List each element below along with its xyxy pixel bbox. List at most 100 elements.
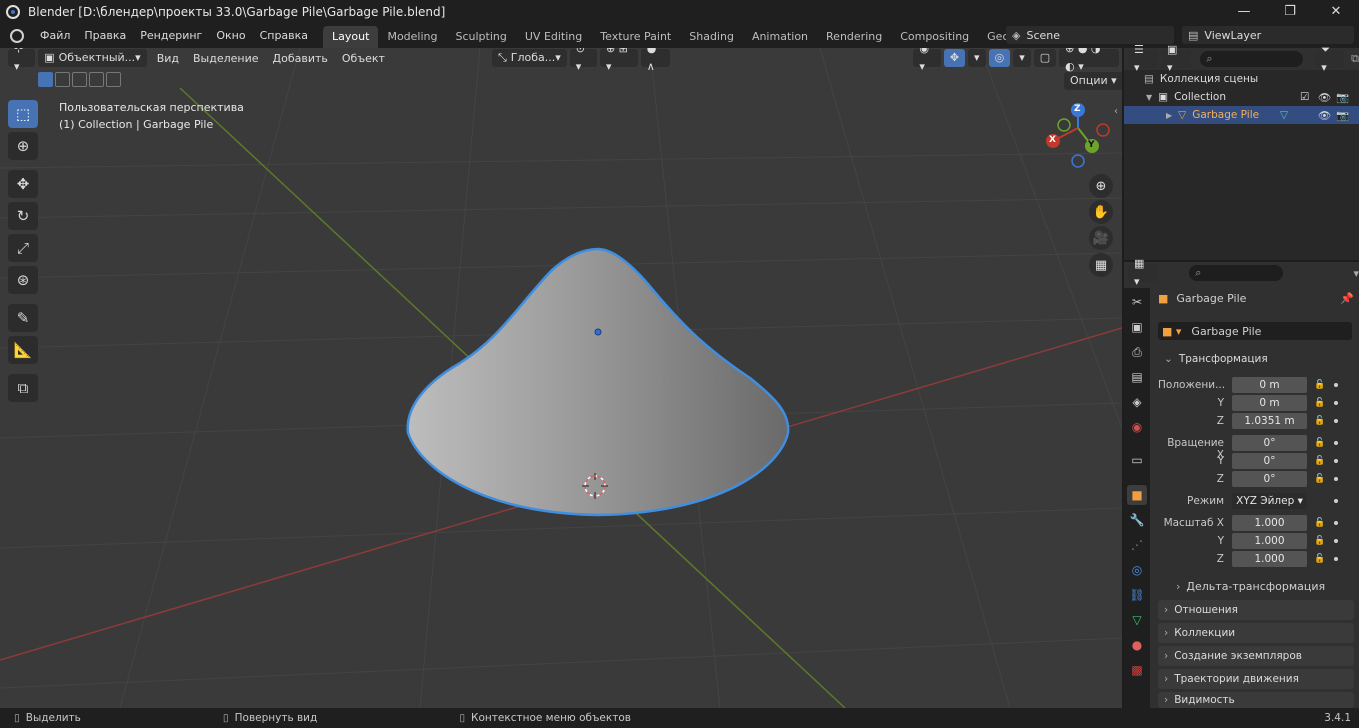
object-tab-icon[interactable]: ■ bbox=[1127, 485, 1147, 505]
mode-selector[interactable]: ▣ Объектный... ▾ bbox=[38, 49, 147, 67]
outliner-scene-collection[interactable]: ▤ Коллекция сцены bbox=[1124, 70, 1359, 88]
sidebar-toggle-icon[interactable]: ‹ bbox=[1114, 106, 1118, 117]
camera-view-icon[interactable]: 🎥 bbox=[1089, 226, 1113, 250]
ortho-grid-icon[interactable]: ▦ bbox=[1089, 253, 1113, 277]
collection-tab-icon[interactable]: ▭ bbox=[1127, 450, 1147, 470]
shading-modes[interactable]: ⊕ ● ◑ ◐ ▾ bbox=[1059, 48, 1119, 73]
expand-arrow-icon[interactable]: ▶ bbox=[1166, 111, 1172, 120]
expand-arrow-icon[interactable]: ▼ bbox=[1146, 93, 1152, 102]
transform-tool-icon[interactable]: ⊛ bbox=[8, 266, 38, 294]
keyframe-dot-icon[interactable] bbox=[1334, 557, 1338, 561]
close-button[interactable]: ✕ bbox=[1313, 0, 1359, 23]
lock-icon[interactable]: 🔓 bbox=[1314, 536, 1325, 546]
object-datablock-field[interactable]: ■ ▾ Garbage Pile bbox=[1158, 322, 1352, 340]
visibility-button[interactable]: ◉ ▾ bbox=[913, 48, 941, 73]
add-cube-tool-icon[interactable]: ⧉ bbox=[8, 374, 38, 402]
proportional-edit-button[interactable]: ● ∧ bbox=[640, 48, 671, 73]
keyframe-dot-icon[interactable] bbox=[1334, 521, 1338, 525]
options-button[interactable]: Опции ▾ bbox=[1064, 72, 1122, 90]
garbage-pile-mesh[interactable] bbox=[406, 247, 790, 517]
tab-shading[interactable]: Shading bbox=[680, 26, 743, 48]
properties-options-icon[interactable]: ▾ bbox=[1353, 267, 1359, 280]
particles-tab-icon[interactable]: ⋰ bbox=[1127, 535, 1147, 555]
scale-z-field[interactable]: 1.000 bbox=[1232, 551, 1307, 567]
location-x-field[interactable]: 0 m bbox=[1232, 377, 1307, 393]
transform-orientation[interactable]: ⤡ Глоба... ▾ bbox=[491, 49, 567, 67]
menu-file[interactable]: Файл bbox=[33, 23, 77, 48]
world-tab-icon[interactable]: ◉ bbox=[1127, 417, 1147, 437]
lock-icon[interactable]: 🔓 bbox=[1314, 398, 1325, 408]
filter-button[interactable]: ⏷ ▾ bbox=[1315, 43, 1345, 74]
outliner-object-row[interactable]: ▶ ▽ Garbage Pile ▽ 👁 📷 bbox=[1124, 106, 1359, 124]
rotate-tool-icon[interactable]: ↻ bbox=[8, 202, 38, 230]
keyframe-dot-icon[interactable] bbox=[1334, 459, 1338, 463]
camera-icon[interactable]: 📷 bbox=[1336, 91, 1349, 104]
menu-add[interactable]: Добавить bbox=[266, 52, 335, 65]
tab-modeling[interactable]: Modeling bbox=[378, 26, 446, 48]
rotation-z-field[interactable]: 0° bbox=[1232, 471, 1307, 487]
scale-y-field[interactable]: 1.000 bbox=[1232, 533, 1307, 549]
keyframe-dot-icon[interactable] bbox=[1334, 441, 1338, 445]
pin-icon[interactable]: 📌 bbox=[1340, 292, 1354, 305]
xray-button[interactable]: ▢ bbox=[1033, 49, 1057, 67]
keyframe-dot-icon[interactable] bbox=[1334, 419, 1338, 423]
scale-x-field[interactable]: 1.000 bbox=[1232, 515, 1307, 531]
zoom-icon[interactable]: ⊕ bbox=[1089, 174, 1113, 198]
tab-uv-editing[interactable]: UV Editing bbox=[516, 26, 591, 48]
menu-render[interactable]: Рендеринг bbox=[133, 23, 209, 48]
cursor-tool-icon[interactable]: ⊕ bbox=[8, 132, 38, 160]
rotation-mode-dropdown[interactable]: XYZ Эйлер ▾ bbox=[1232, 493, 1307, 509]
tab-sculpting[interactable]: Sculpting bbox=[447, 26, 516, 48]
delta-transform-subpanel[interactable]: › Дельта-трансформация bbox=[1176, 580, 1325, 593]
select-box-tool-icon[interactable]: ⬚ bbox=[8, 100, 38, 128]
scale-tool-icon[interactable]: ⤢ bbox=[8, 234, 38, 262]
gizmo-toggle-button[interactable]: ✥ bbox=[943, 49, 966, 67]
measure-tool-icon[interactable]: 📐 bbox=[8, 336, 38, 364]
menu-view[interactable]: Вид bbox=[150, 52, 186, 65]
mesh-data-icon[interactable]: ▽ bbox=[1280, 109, 1288, 121]
properties-search-input[interactable]: ⌕ bbox=[1189, 265, 1284, 281]
menu-window[interactable]: Окно bbox=[209, 23, 252, 48]
location-y-field[interactable]: 0 m bbox=[1232, 395, 1307, 411]
instancing-section[interactable]: › Создание экземпляров bbox=[1158, 646, 1354, 666]
modifier-tab-icon[interactable]: 🔧 bbox=[1127, 510, 1147, 530]
overlays-toggle-button[interactable]: ◎ bbox=[988, 49, 1011, 67]
menu-help[interactable]: Справка bbox=[253, 23, 315, 48]
snap-button[interactable]: ⊕ ⊞ ▾ bbox=[599, 48, 638, 73]
editor-type-button[interactable]: ⊹ ▾ bbox=[8, 48, 36, 73]
gizmo-menu-button[interactable]: ▾ bbox=[968, 49, 986, 67]
texture-tab-icon[interactable]: ▩ bbox=[1127, 660, 1147, 680]
tab-texture-paint[interactable]: Texture Paint bbox=[591, 26, 680, 48]
tab-animation[interactable]: Animation bbox=[743, 26, 817, 48]
tool-tab-icon[interactable]: ✂ bbox=[1127, 292, 1147, 312]
camera-icon[interactable]: 📷 bbox=[1336, 109, 1349, 122]
tab-rendering[interactable]: Rendering bbox=[817, 26, 891, 48]
minimize-button[interactable]: — bbox=[1221, 0, 1267, 23]
lock-icon[interactable]: 🔓 bbox=[1314, 380, 1325, 390]
overlays-menu-button[interactable]: ▾ bbox=[1013, 49, 1031, 67]
annotate-tool-icon[interactable]: ✎ bbox=[8, 304, 38, 332]
lock-icon[interactable]: 🔓 bbox=[1314, 554, 1325, 564]
maximize-button[interactable]: ❐ bbox=[1267, 0, 1313, 23]
lock-icon[interactable]: 🔓 bbox=[1314, 438, 1325, 448]
location-z-field[interactable]: 1.0351 m bbox=[1232, 413, 1307, 429]
output-tab-icon[interactable]: ⎙ bbox=[1127, 342, 1147, 362]
data-tab-icon[interactable]: ▽ bbox=[1127, 610, 1147, 630]
scene-tab-icon[interactable]: ◈ bbox=[1127, 392, 1147, 412]
rotation-y-field[interactable]: 0° bbox=[1232, 453, 1307, 469]
keyframe-dot-icon[interactable] bbox=[1334, 383, 1338, 387]
pan-hand-icon[interactable]: ✋ bbox=[1089, 200, 1113, 224]
keyframe-dot-icon[interactable] bbox=[1334, 539, 1338, 543]
select-extend-icon[interactable] bbox=[55, 72, 70, 87]
keyframe-dot-icon[interactable] bbox=[1334, 499, 1338, 503]
checkbox-icon[interactable]: ☑ bbox=[1300, 91, 1309, 103]
select-intersect-icon[interactable] bbox=[106, 72, 121, 87]
menu-select[interactable]: Выделение bbox=[186, 52, 266, 65]
select-difference-icon[interactable] bbox=[89, 72, 104, 87]
motion-paths-section[interactable]: › Траектории движения bbox=[1158, 669, 1354, 689]
select-subtract-icon[interactable] bbox=[72, 72, 87, 87]
render-tab-icon[interactable]: ▣ bbox=[1127, 317, 1147, 337]
collections-section[interactable]: › Коллекции bbox=[1158, 623, 1354, 643]
constraints-tab-icon[interactable]: ⛓ bbox=[1127, 585, 1147, 605]
view-layer-tab-icon[interactable]: ▤ bbox=[1127, 367, 1147, 387]
